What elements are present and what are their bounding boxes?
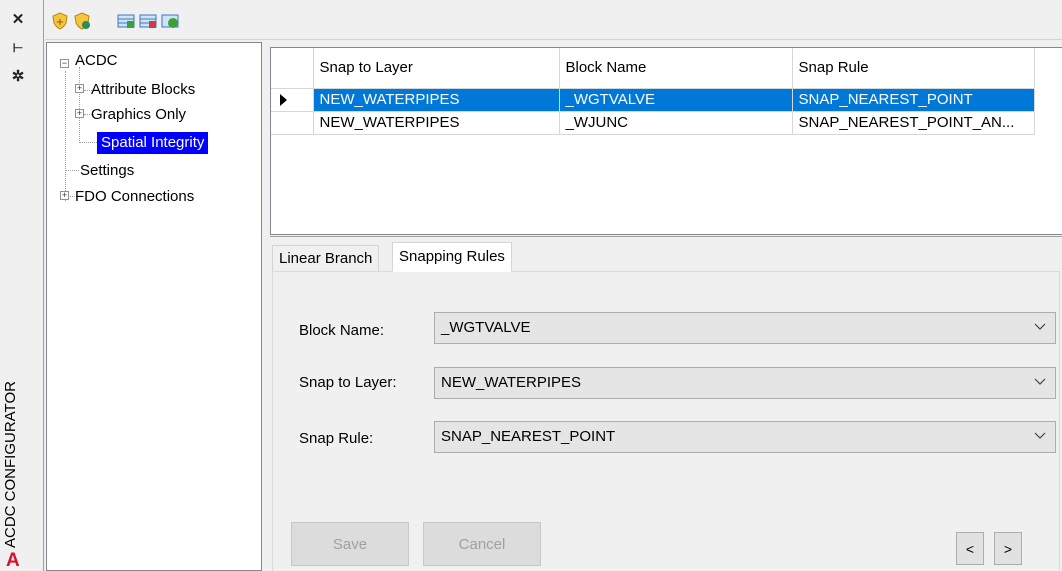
snap-to-layer-value: NEW_WATERPIPES: [441, 374, 582, 391]
chevron-down-icon: [1034, 378, 1046, 385]
cell-block-name[interactable]: _WGTVALVE: [559, 88, 793, 112]
tree-expand-attribute-blocks[interactable]: +: [75, 84, 84, 93]
grid-add-icon[interactable]: [117, 12, 135, 30]
shield-remove-icon[interactable]: [73, 12, 91, 30]
tree-node-spatial-integrity[interactable]: Spatial Integrity: [97, 132, 209, 154]
snap-to-layer-dropdown[interactable]: NEW_WATERPIPES: [434, 367, 1056, 399]
shield-add-icon[interactable]: +: [51, 12, 69, 30]
cell-snap-rule[interactable]: SNAP_NEAREST_POINT_AN...: [792, 111, 1035, 135]
palette-title: ACDC CONFIGURATOR: [2, 381, 19, 548]
previous-button[interactable]: <: [956, 532, 984, 565]
snapping-rules-panel: Block Name: _WGTVALVE Snap to Layer: NEW…: [272, 271, 1060, 571]
table-row[interactable]: NEW_WATERPIPES _WGTVALVE SNAP_NEAREST_PO…: [271, 88, 1035, 112]
palette-strip: ✕ ⊢ ✲ ACDC CONFIGURATOR A: [0, 0, 44, 571]
chevron-down-icon: [1034, 432, 1046, 439]
snap-rule-label: Snap Rule:: [299, 430, 374, 447]
acdc-configurator-window: ✕ ⊢ ✲ ACDC CONFIGURATOR A + − ACDC + Att…: [0, 0, 1062, 571]
block-name-value: _WGTVALVE: [441, 319, 531, 336]
cancel-button[interactable]: Cancel: [423, 522, 541, 566]
cell-snap-to-layer[interactable]: NEW_WATERPIPES: [313, 111, 560, 135]
tree-node-acdc[interactable]: ACDC: [75, 50, 118, 72]
tab-linear-branch[interactable]: Linear Branch: [272, 245, 380, 272]
vertical-splitter[interactable]: [262, 42, 270, 571]
snap-rules-grid: Snap to Layer Block Name Snap Rule NEW_W…: [270, 47, 1062, 235]
tree-node-graphics-only[interactable]: Graphics Only: [91, 104, 186, 126]
close-icon[interactable]: ✕: [8, 9, 28, 29]
chevron-down-icon: [1034, 323, 1046, 330]
block-name-label: Block Name:: [299, 322, 385, 339]
save-button[interactable]: Save: [291, 522, 409, 566]
settings-icon[interactable]: ✲: [8, 66, 28, 86]
cell-snap-to-layer[interactable]: NEW_WATERPIPES: [313, 88, 560, 112]
tree-node-fdo-connections[interactable]: FDO Connections: [75, 186, 194, 208]
autocad-logo: A: [6, 550, 20, 571]
snap-rule-dropdown[interactable]: SNAP_NEAREST_POINT: [434, 421, 1056, 453]
cell-snap-rule[interactable]: SNAP_NEAREST_POINT: [792, 88, 1035, 112]
pin-icon[interactable]: ⊢: [8, 38, 28, 58]
tree-expand-graphics-only[interactable]: +: [75, 109, 84, 118]
snap-to-layer-label: Snap to Layer:: [299, 374, 397, 391]
svg-text:+: +: [56, 17, 64, 28]
detail-tabs: Linear Branch Snapping Rules Block Name:…: [270, 236, 1062, 571]
toolbar: +: [45, 0, 1062, 40]
table-row[interactable]: NEW_WATERPIPES _WJUNC SNAP_NEAREST_POINT…: [271, 111, 1035, 135]
current-row-arrow-icon: [280, 93, 287, 106]
tree-collapse-acdc[interactable]: −: [60, 59, 69, 68]
tree-expand-fdo-connections[interactable]: +: [60, 191, 69, 200]
grid-refresh-icon[interactable]: [161, 12, 179, 30]
snap-rule-value: SNAP_NEAREST_POINT: [441, 428, 616, 445]
config-tree: − ACDC + Attribute Blocks + Graphics Onl…: [46, 42, 262, 571]
block-name-dropdown[interactable]: _WGTVALVE: [434, 312, 1056, 344]
column-header-snap-rule[interactable]: Snap Rule: [792, 48, 1035, 89]
row-selector[interactable]: [271, 88, 314, 112]
grid-remove-icon[interactable]: [139, 12, 157, 30]
column-header-snap-to-layer[interactable]: Snap to Layer: [313, 48, 560, 89]
column-header-block-name[interactable]: Block Name: [559, 48, 793, 89]
tree-node-settings[interactable]: Settings: [80, 160, 134, 182]
next-button[interactable]: >: [994, 532, 1022, 565]
grid-corner-header: [271, 48, 314, 89]
tree-node-attribute-blocks[interactable]: Attribute Blocks: [91, 79, 195, 101]
cell-block-name[interactable]: _WJUNC: [559, 111, 793, 135]
tab-snapping-rules[interactable]: Snapping Rules: [392, 242, 512, 272]
row-selector[interactable]: [271, 111, 314, 135]
